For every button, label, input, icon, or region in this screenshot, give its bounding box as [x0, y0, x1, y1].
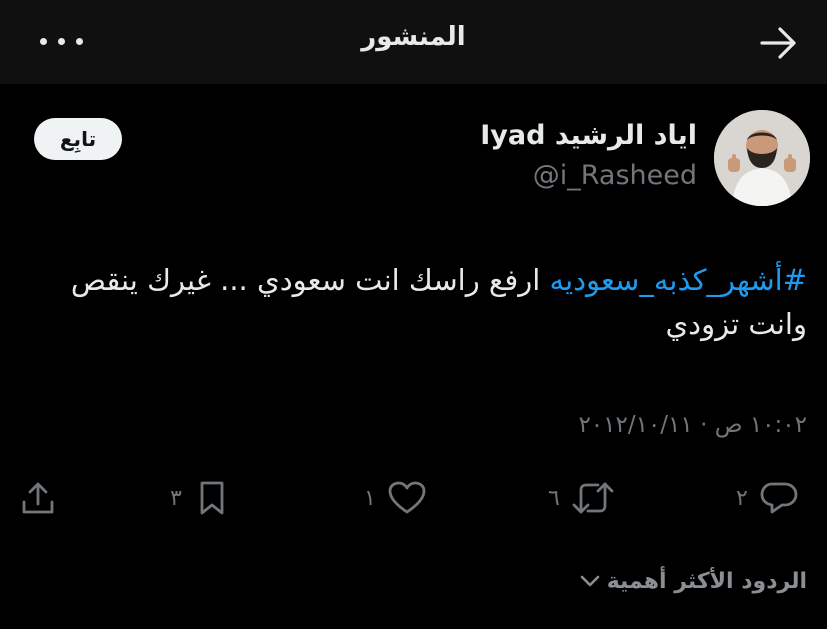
bookmark-button[interactable]: ٣ [170, 474, 232, 522]
chevron-down-icon [580, 575, 599, 587]
share-icon [22, 482, 54, 514]
retweet-icon [572, 482, 614, 514]
hashtag-link[interactable]: #أشهر_كذبه_سعوديه [550, 263, 807, 297]
bookmark-count: ٣ [170, 485, 182, 511]
tweet-timestamp[interactable]: ١٠:٠٢ ص · ٢٠١٢/١٠/١١ [578, 412, 807, 438]
user-handle[interactable]: @i_Rasheed [533, 160, 697, 191]
retweet-count: ٦ [548, 485, 560, 511]
reply-button[interactable]: ٢ [736, 474, 800, 522]
tweet-text: #أشهر_كذبه_سعوديه ارفع راسك انت سعودي ..… [40, 258, 807, 346]
replies-sort-label: الردود الأكثر أهمية [606, 568, 807, 594]
page-title: المنشور [361, 22, 466, 52]
like-count: ١ [364, 485, 376, 511]
bookmark-icon [200, 481, 224, 515]
display-name[interactable]: اياد الرشيد Iyad [480, 120, 697, 151]
arrow-right-icon[interactable] [758, 24, 800, 62]
heart-icon [388, 481, 426, 514]
replies-sort-dropdown[interactable]: الردود الأكثر أهمية [577, 568, 807, 594]
follow-button[interactable]: تابِع [34, 118, 122, 160]
reply-count: ٢ [736, 485, 748, 511]
retweet-button[interactable]: ٦ [548, 474, 616, 522]
profile-photo [714, 110, 810, 206]
reply-bubble-icon [760, 482, 798, 514]
like-button[interactable]: ١ [364, 474, 428, 522]
avatar[interactable] [714, 110, 810, 206]
top-bar: المنشور [0, 0, 827, 84]
share-button[interactable] [18, 474, 58, 522]
